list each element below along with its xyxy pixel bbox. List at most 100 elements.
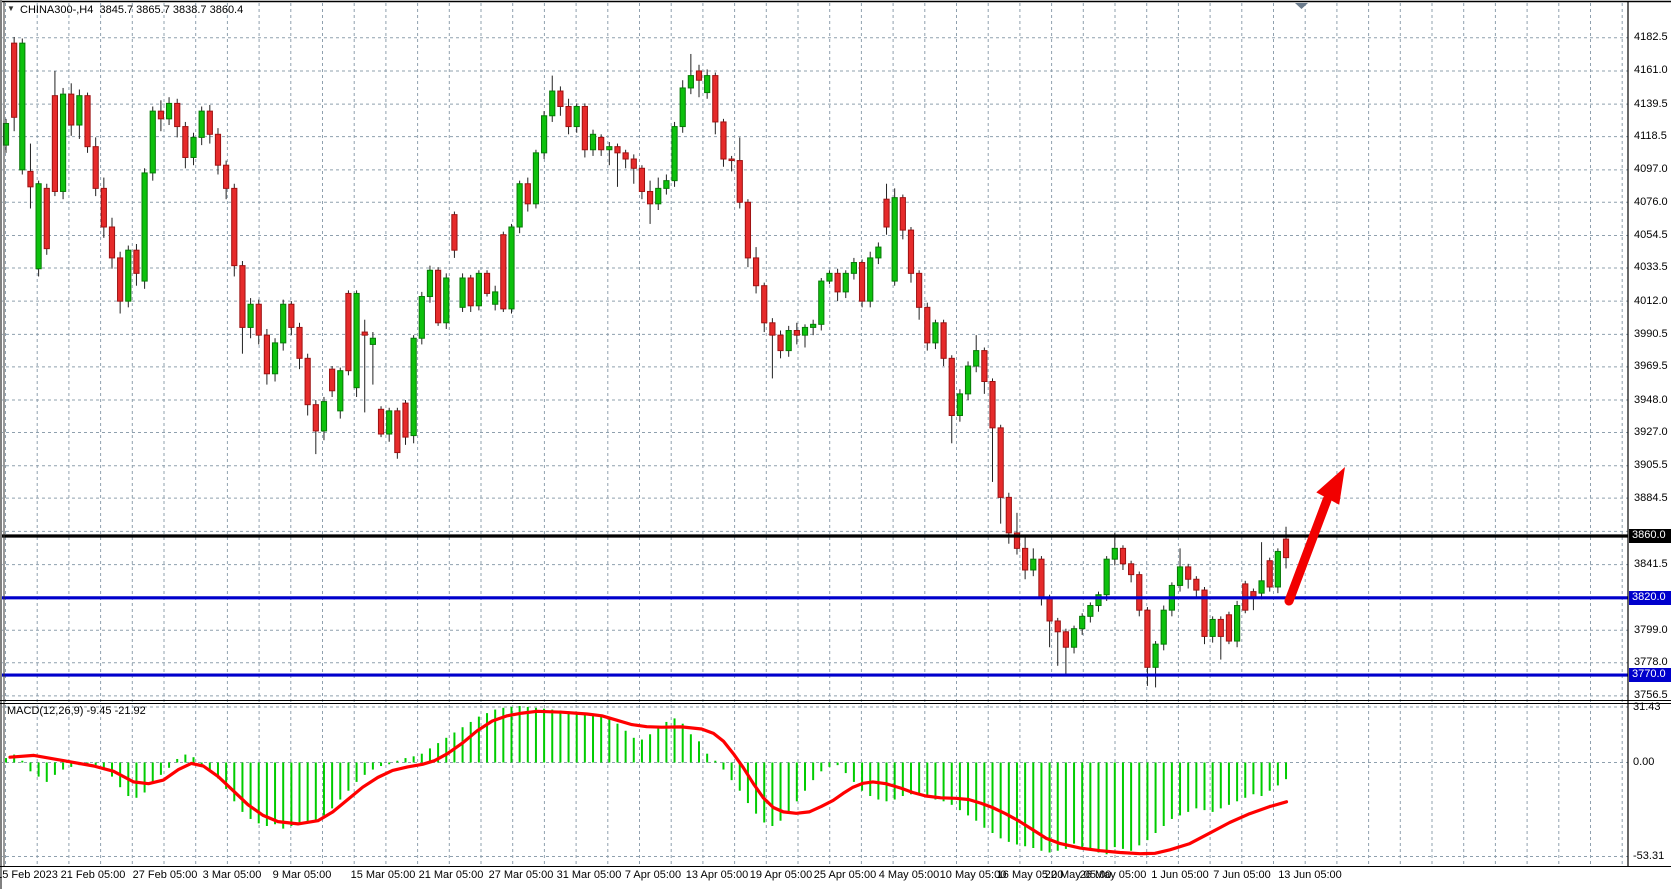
- ohlc-quote-label: 3845.7 3865.7 3838.7 3860.4: [99, 4, 243, 16]
- candle-bearish: [745, 202, 750, 258]
- candle-bullish: [1235, 606, 1240, 642]
- candle-bearish: [1283, 539, 1288, 558]
- candle-bearish: [982, 351, 987, 382]
- candle-bearish: [859, 263, 864, 302]
- candle-bullish: [1275, 551, 1280, 587]
- candle-bearish: [908, 230, 913, 273]
- candle-bearish: [215, 134, 220, 165]
- candle-bullish: [476, 273, 481, 305]
- price-tick-label: 4118.5: [1634, 130, 1667, 143]
- price-tick-label: 3927.0: [1634, 426, 1668, 439]
- candle-bearish: [175, 103, 180, 126]
- candle-bullish: [974, 351, 979, 366]
- candle-bullish: [705, 76, 710, 93]
- candle-bullish: [965, 366, 970, 394]
- candle-bullish: [541, 116, 546, 153]
- candle-bullish: [1104, 559, 1109, 595]
- candle-bullish: [811, 324, 816, 327]
- candle-bullish: [1031, 559, 1036, 570]
- candle-bullish: [419, 297, 424, 339]
- candle-bearish: [925, 307, 930, 343]
- candle-bearish: [118, 258, 123, 301]
- candle-bearish: [1145, 610, 1150, 667]
- candle-bearish: [232, 188, 237, 265]
- time-tick-label: 31 Mar 05:00: [557, 869, 622, 881]
- candle-bullish: [786, 331, 791, 351]
- candle-bearish: [452, 215, 457, 251]
- candle-bearish: [305, 358, 310, 404]
- candle-bullish: [574, 106, 579, 126]
- candle-bearish: [623, 153, 628, 159]
- candle-bullish: [126, 250, 131, 301]
- candle-bearish: [134, 250, 139, 273]
- candle-bearish: [525, 184, 530, 204]
- price-tick-label: 4139.5: [1634, 98, 1668, 111]
- candle-bearish: [28, 171, 33, 186]
- time-tick-label: 25 Apr 05:00: [814, 869, 876, 881]
- candle-bearish: [1047, 598, 1052, 621]
- candle-bullish: [36, 184, 41, 269]
- candle-bullish: [1153, 644, 1158, 667]
- candle-bearish: [395, 411, 400, 453]
- price-tick-label: 4012.0: [1634, 295, 1668, 308]
- candle-bearish: [1063, 632, 1068, 647]
- candle-bearish: [403, 403, 408, 437]
- candle-bullish: [590, 134, 595, 149]
- candle-bearish: [468, 278, 473, 306]
- candle-bearish: [289, 304, 294, 327]
- candle-bearish: [1137, 575, 1142, 611]
- candle-bullish: [460, 278, 465, 307]
- candle-bullish: [819, 281, 824, 324]
- candle-bullish: [672, 127, 677, 181]
- candle-bearish: [729, 159, 734, 161]
- candle-bearish: [1194, 579, 1199, 590]
- chart-canvas[interactable]: [0, 0, 1671, 889]
- macd-indicator-label: MACD(12,26,9) -9.45 -21.92: [7, 705, 146, 717]
- candle-bullish: [150, 111, 155, 173]
- candle-bullish: [957, 394, 962, 416]
- candle-bearish: [101, 188, 106, 227]
- candle-bullish: [843, 273, 848, 292]
- candle-bearish: [884, 199, 889, 227]
- candle-bearish: [615, 147, 620, 153]
- arrow-shaft[interactable]: [1289, 500, 1327, 601]
- candle-bearish: [1039, 559, 1044, 598]
- candle-bullish: [892, 198, 897, 281]
- candle-bearish: [1186, 567, 1191, 579]
- candle-bearish: [639, 168, 644, 191]
- candle-bullish: [1161, 610, 1166, 644]
- price-tick-label: 3905.5: [1634, 459, 1668, 472]
- panel-borders: [0, 0, 1671, 889]
- chart-window: ▼ CHINA300-,H4 3845.7 3865.7 3838.7 3860…: [0, 0, 1671, 889]
- symbol-dropdown-icon[interactable]: ▼: [7, 4, 15, 13]
- candle-bullish: [680, 88, 685, 127]
- candle-bullish: [248, 304, 253, 327]
- candle-bearish: [647, 191, 652, 203]
- symbol-timeframe-label: CHINA300-,H4: [20, 4, 93, 16]
- candle-bearish: [599, 137, 604, 149]
- price-tick-label: 3799.0: [1634, 624, 1668, 637]
- candle-bearish: [941, 323, 946, 359]
- candle-bullish: [517, 184, 522, 227]
- candle-bullish: [281, 304, 286, 343]
- arrow-head[interactable]: [1316, 467, 1345, 505]
- chart-shift-marker-icon[interactable]: [1295, 3, 1308, 9]
- candle-bearish: [566, 106, 571, 126]
- candle-bearish: [558, 91, 563, 106]
- candle-bearish: [346, 293, 351, 370]
- candle-bullish: [1210, 619, 1215, 636]
- candle-bearish: [52, 96, 57, 192]
- horizontal-level-lines[interactable]: [0, 536, 1628, 675]
- time-tick-label: 19 Apr 05:00: [750, 869, 812, 881]
- candle-bearish: [998, 428, 1003, 498]
- candle-bearish: [835, 273, 840, 292]
- candle-bearish: [313, 405, 318, 431]
- candle-bearish: [762, 286, 767, 323]
- candle-bearish: [109, 227, 114, 258]
- price-tick-label: 3948.0: [1634, 394, 1668, 407]
- candle-bearish: [12, 43, 17, 117]
- price-tick-label: 4033.5: [1634, 261, 1668, 274]
- candle-bearish: [183, 127, 188, 158]
- candle-bearish: [1218, 619, 1223, 636]
- candle-bearish: [1129, 564, 1134, 575]
